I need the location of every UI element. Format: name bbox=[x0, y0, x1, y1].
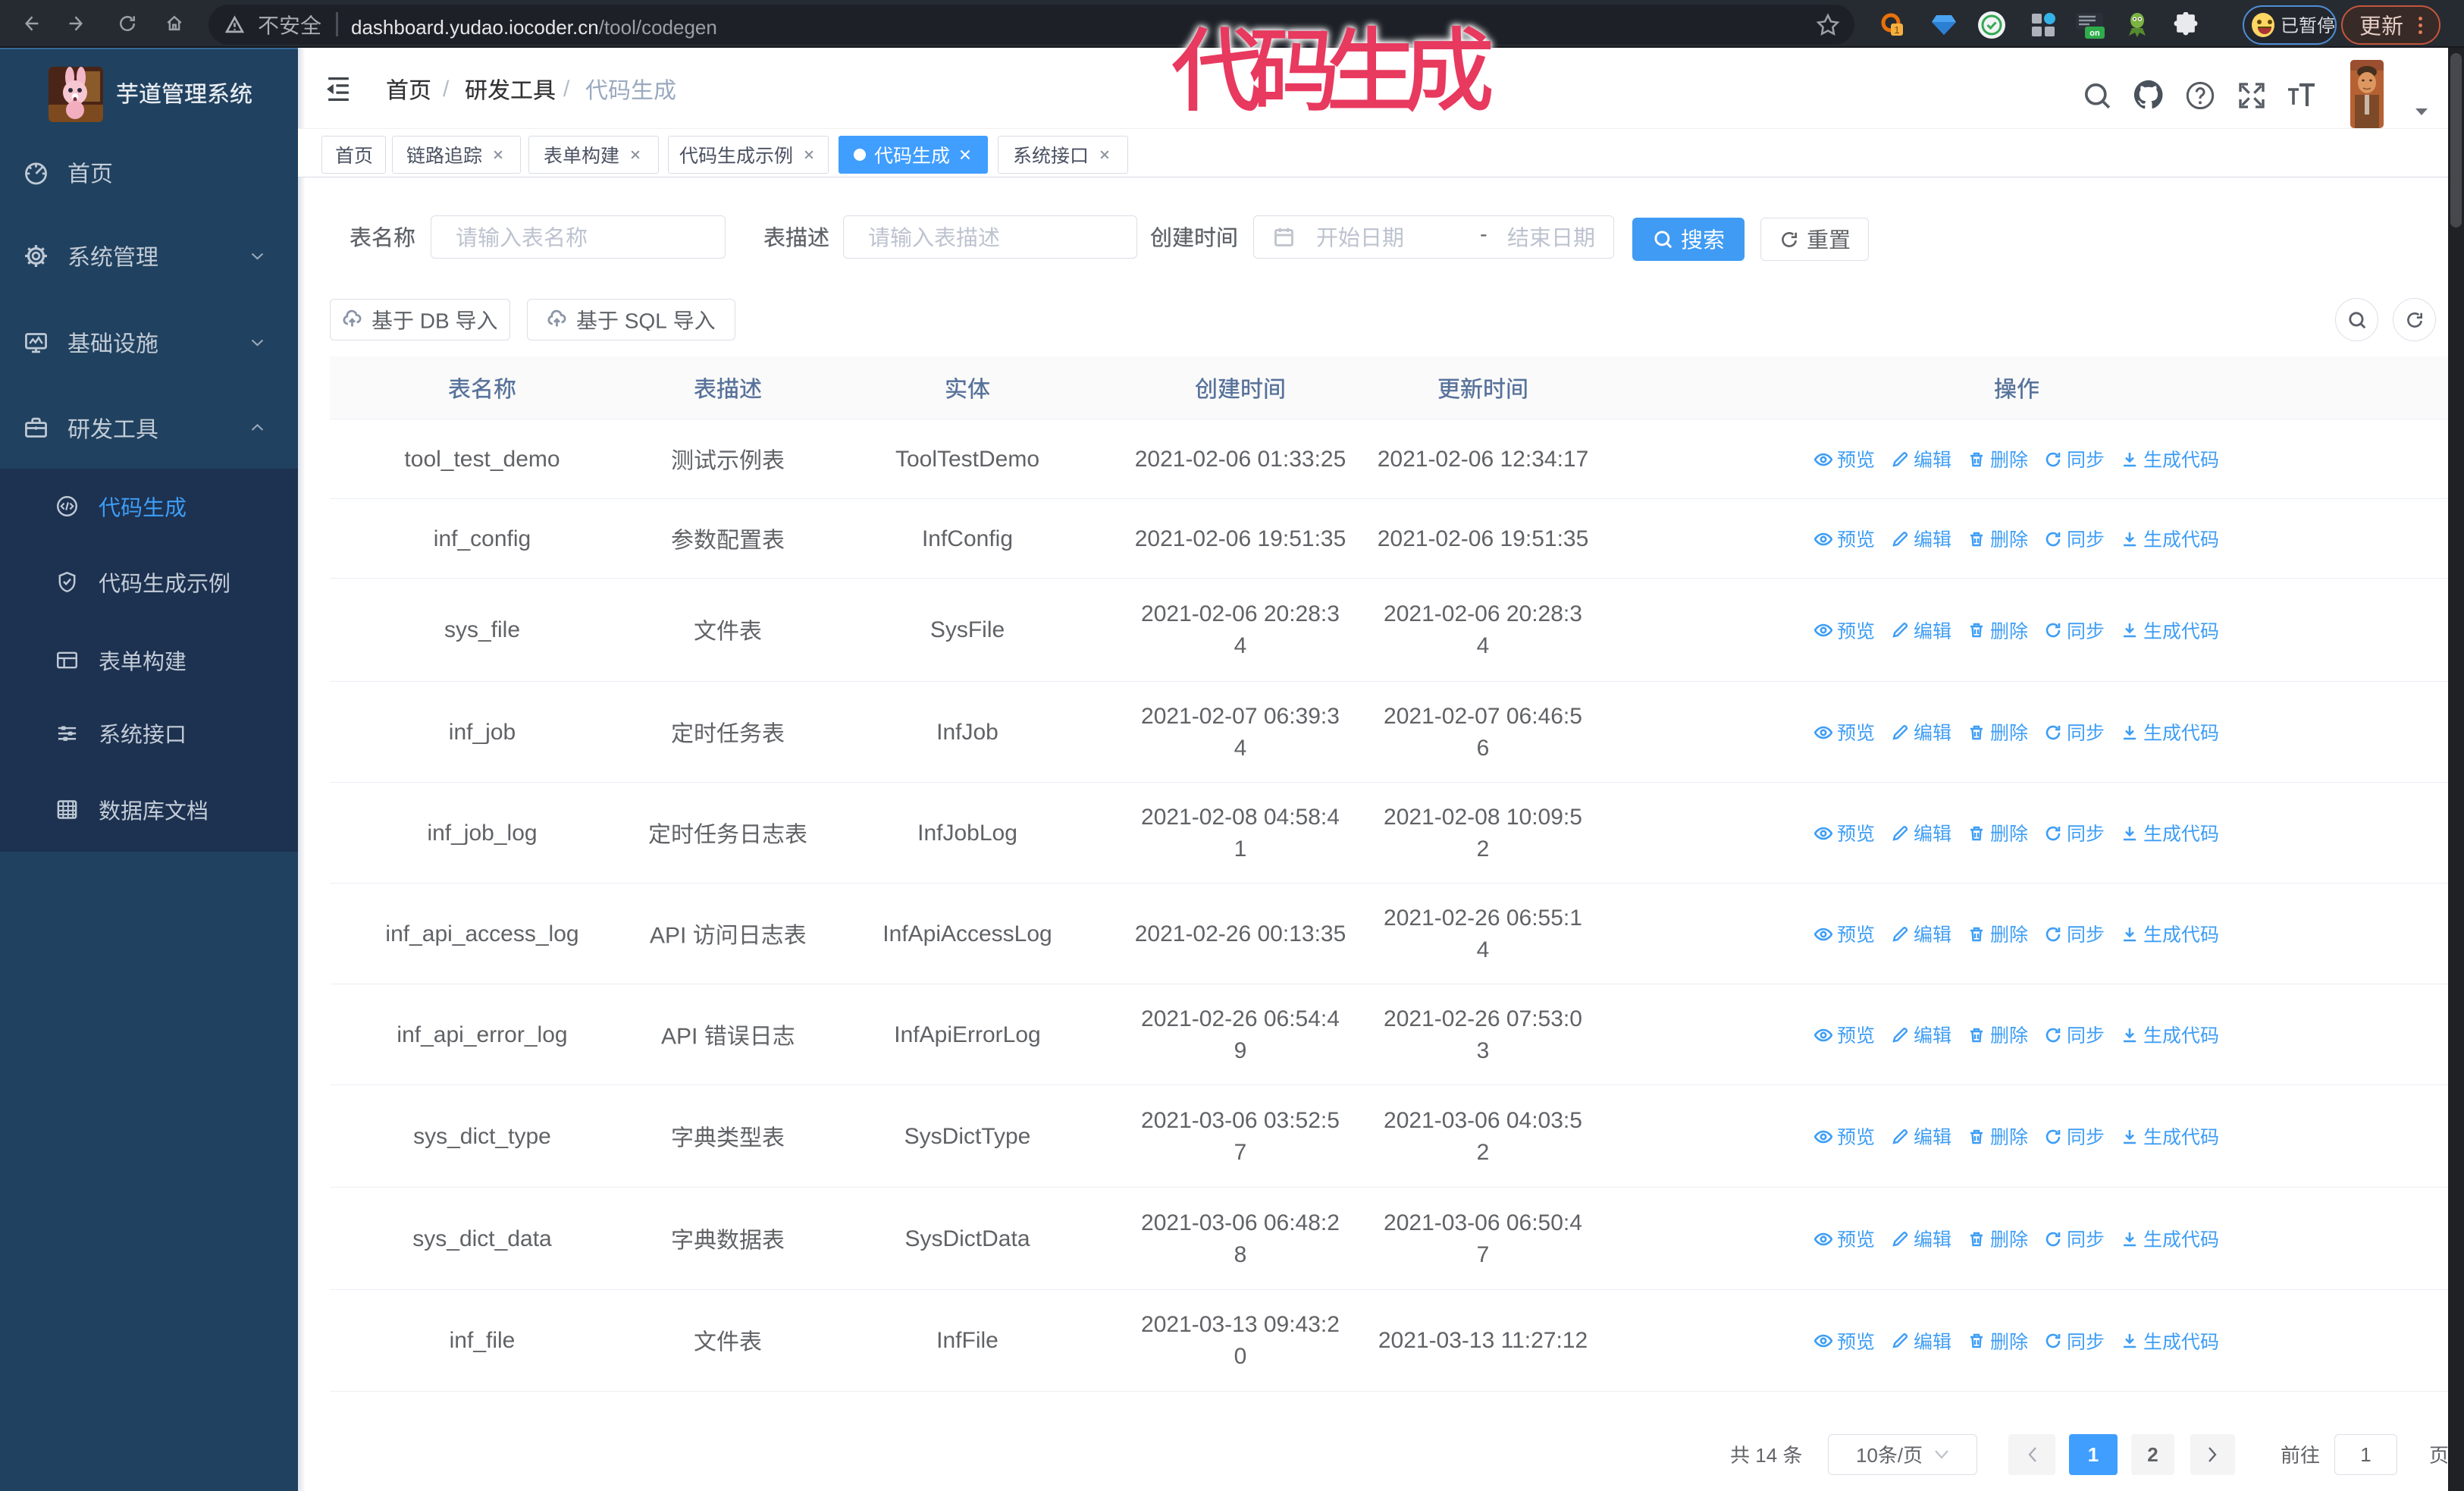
svg-text:on: on bbox=[2089, 29, 2100, 38]
svg-text:1: 1 bbox=[1894, 24, 1899, 36]
